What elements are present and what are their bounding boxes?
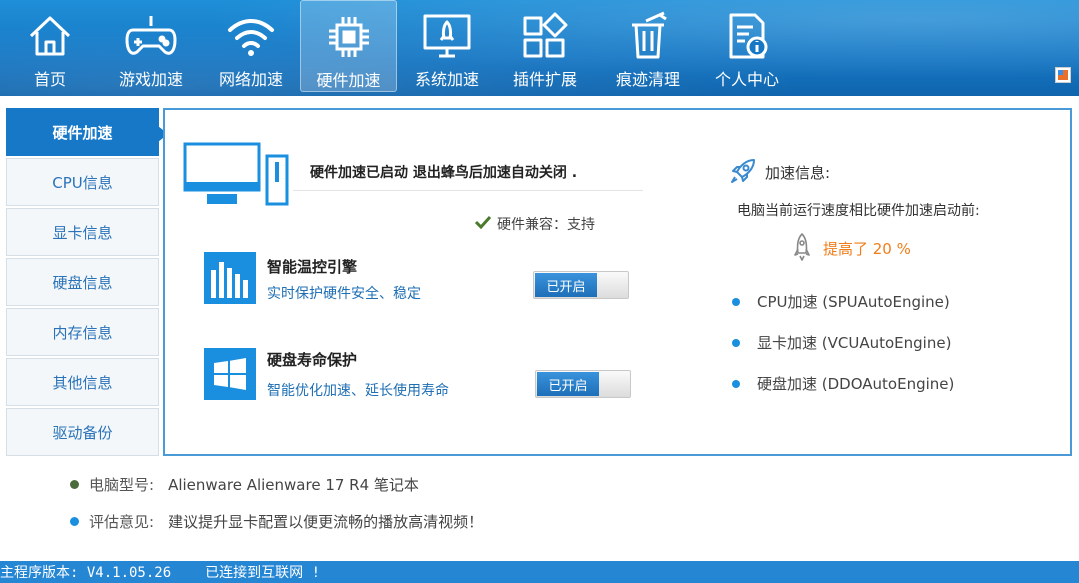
nav-label: 网络加速 bbox=[218, 70, 283, 89]
computer-icon bbox=[183, 142, 289, 212]
nav-label: 个人中心 bbox=[714, 70, 779, 89]
check-icon bbox=[474, 215, 492, 233]
accel-info-title: 加速信息: bbox=[765, 164, 831, 182]
bullet-dot bbox=[70, 480, 79, 489]
toggle-label: 已开启 bbox=[535, 273, 597, 297]
smart-temp-toggle[interactable]: 已开启 bbox=[533, 271, 629, 299]
bullet-dot bbox=[732, 297, 740, 306]
feature-desc: 智能优化加速、延长使用寿命 bbox=[267, 383, 449, 399]
top-nav-bar: 首页 游戏加速 网络加速 硬件加速 系统加速 插件扩展 痕迹清理 个人中心 bbox=[0, 0, 1079, 96]
home-icon bbox=[24, 10, 76, 62]
nav-label: 痕迹清理 bbox=[615, 70, 680, 89]
sidebar-item-driver-backup[interactable]: 驱动备份 bbox=[6, 408, 159, 456]
bullet-dot bbox=[732, 338, 740, 347]
document-info-icon bbox=[721, 10, 773, 62]
hardware-compat: 硬件兼容：支持 bbox=[474, 214, 595, 234]
feature-title: 硬盘寿命保护 bbox=[267, 351, 358, 369]
feature-title: 智能温控引擎 bbox=[267, 258, 358, 276]
sidebar-item-label: 显卡信息 bbox=[52, 223, 113, 242]
sidebar-item-label: 内存信息 bbox=[52, 323, 113, 342]
gamepad-icon bbox=[125, 10, 177, 62]
nav-personal-center[interactable]: 个人中心 bbox=[699, 0, 795, 92]
nav-network-accel[interactable]: 网络加速 bbox=[203, 0, 299, 92]
bullet-dot bbox=[70, 517, 79, 526]
nav-home[interactable]: 首页 bbox=[2, 0, 98, 92]
model-value: Alienware Alienware 17 R4 笔记本 bbox=[168, 476, 419, 494]
bar-chart-icon bbox=[204, 252, 256, 308]
engine-label: CPU加速 (SPUAutoEngine) bbox=[757, 293, 950, 311]
sidebar-item-label: 其他信息 bbox=[52, 373, 113, 392]
engine-label: 显卡加速 (VCUAutoEngine) bbox=[757, 334, 952, 352]
sidebar-item-disk-info[interactable]: 硬盘信息 bbox=[6, 258, 159, 306]
nav-label: 插件扩展 bbox=[512, 70, 577, 89]
sidebar: 硬件加速 CPU信息 显卡信息 硬盘信息 内存信息 其他信息 驱动备份 bbox=[6, 108, 168, 458]
advice-value: 建议提升显卡配置以便更流畅的播放高清视频！ bbox=[168, 513, 484, 531]
nav-plugins[interactable]: 插件扩展 bbox=[497, 0, 593, 92]
feature-desc: 实时保护硬件安全、稳定 bbox=[267, 286, 421, 302]
nav-label: 硬件加速 bbox=[316, 71, 381, 90]
evaluation-row: 评估意见: 建议提升显卡配置以便更流畅的播放高清视频！ bbox=[70, 511, 483, 532]
compat-text: 硬件兼容：支持 bbox=[497, 217, 595, 233]
sidebar-item-hardware-accel[interactable]: 硬件加速 bbox=[6, 108, 168, 156]
sidebar-item-gpu-info[interactable]: 显卡信息 bbox=[6, 208, 159, 256]
gpu-engine-item: 显卡加速 (VCUAutoEngine) bbox=[732, 332, 951, 353]
sidebar-item-cpu-info[interactable]: CPU信息 bbox=[6, 158, 159, 206]
sidebar-item-memory-info[interactable]: 内存信息 bbox=[6, 308, 159, 356]
nav-label: 首页 bbox=[33, 70, 66, 89]
wifi-icon bbox=[225, 10, 277, 62]
nav-label: 游戏加速 bbox=[118, 70, 183, 89]
computer-model-row: 电脑型号: Alienware Alienware 17 R4 笔记本 bbox=[70, 474, 419, 495]
windows-icon bbox=[204, 348, 256, 404]
speed-improvement: 提高了 20 % bbox=[823, 240, 911, 258]
nav-game-accel[interactable]: 游戏加速 bbox=[103, 0, 199, 92]
status-bar: 主程序版本: V4.1.05.26 已连接到互联网 ! bbox=[0, 561, 1079, 583]
disk-life-toggle[interactable]: 已开启 bbox=[535, 370, 631, 398]
nav-trace-clean[interactable]: 痕迹清理 bbox=[600, 0, 696, 92]
cpu-engine-item: CPU加速 (SPUAutoEngine) bbox=[732, 291, 950, 312]
sidebar-item-label: 硬盘信息 bbox=[52, 273, 113, 292]
sidebar-item-label: CPU信息 bbox=[52, 173, 113, 192]
accel-info-subtitle: 电脑当前运行速度相比硬件加速启动前: bbox=[737, 203, 980, 219]
plugin-grid-icon bbox=[519, 10, 571, 62]
chip-icon bbox=[323, 11, 375, 63]
rocket-small-icon bbox=[793, 232, 811, 266]
monitor-rocket-icon bbox=[421, 10, 473, 62]
engine-label: 硬盘加速 (DDOAutoEngine) bbox=[757, 375, 955, 393]
divider bbox=[293, 190, 643, 191]
connection-status: 已连接到互联网 ! bbox=[205, 565, 321, 581]
advice-key: 评估意见: bbox=[89, 513, 155, 531]
sidebar-item-label: 硬件加速 bbox=[52, 123, 113, 142]
main-panel: 硬件加速已启动 退出蜂鸟后加速自动关闭 . 硬件兼容：支持 智能温控引擎 实时保… bbox=[163, 108, 1072, 456]
nav-system-accel[interactable]: 系统加速 bbox=[399, 0, 495, 92]
accel-status-text: 硬件加速已启动 退出蜂鸟后加速自动关闭 . bbox=[310, 165, 578, 181]
nav-label: 系统加速 bbox=[414, 70, 479, 89]
bullet-dot bbox=[732, 379, 740, 388]
disk-engine-item: 硬盘加速 (DDOAutoEngine) bbox=[732, 373, 954, 394]
rocket-icon bbox=[730, 158, 756, 188]
nav-hardware-accel[interactable]: 硬件加速 bbox=[300, 0, 397, 92]
trash-icon bbox=[622, 10, 674, 62]
sidebar-item-label: 驱动备份 bbox=[52, 423, 113, 442]
sidebar-item-other-info[interactable]: 其他信息 bbox=[6, 358, 159, 406]
skin-icon[interactable] bbox=[1055, 67, 1071, 83]
model-key: 电脑型号: bbox=[89, 476, 155, 494]
version-text: 主程序版本: V4.1.05.26 bbox=[0, 565, 172, 581]
toggle-label: 已开启 bbox=[537, 372, 599, 396]
